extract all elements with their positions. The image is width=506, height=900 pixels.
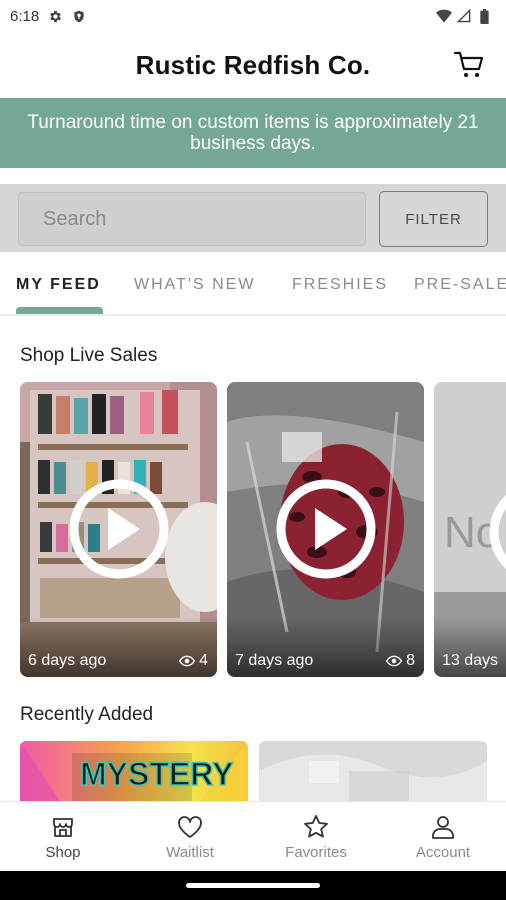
card-time: 6 days ago	[28, 652, 107, 669]
search-area: Search FILTER	[0, 184, 506, 252]
status-right	[436, 8, 492, 24]
battery-icon	[476, 8, 492, 24]
live-sales-title: Shop Live Sales	[20, 345, 158, 366]
heart-icon	[177, 814, 203, 840]
live-sale-card[interactable]: 6 days ago 4	[20, 382, 217, 677]
shield-icon	[71, 8, 87, 24]
eye-icon	[179, 655, 196, 667]
play-icon[interactable]	[275, 478, 377, 580]
status-time: 6:18	[10, 7, 40, 25]
status-bar: 6:18	[0, 0, 506, 32]
card-time: 7 days ago	[235, 652, 314, 669]
tab-whats-new[interactable]: WHAT'S NEW	[134, 276, 255, 294]
shop-icon	[50, 814, 76, 840]
cart-button[interactable]	[454, 50, 484, 80]
nav-label: Shop	[45, 844, 81, 861]
card-views: 8	[386, 652, 415, 670]
filter-button[interactable]: FILTER	[379, 191, 488, 247]
nav-favorites[interactable]: Favorites	[253, 802, 379, 872]
recently-added-title: Recently Added	[20, 704, 154, 725]
product-image	[259, 741, 487, 801]
eye-icon	[386, 655, 403, 667]
tab-freshies[interactable]: FRESHIES	[292, 276, 388, 294]
card-views-count: 4	[199, 652, 208, 669]
settings-gear-icon	[47, 8, 63, 24]
search-input[interactable]: Search	[18, 192, 366, 246]
recent-product-card[interactable]	[259, 741, 487, 801]
nav-shop[interactable]: Shop	[0, 802, 126, 872]
banner-text: Turnaround time on custom items is appro…	[27, 112, 479, 154]
account-icon	[430, 814, 456, 840]
cellular-signal-icon	[456, 8, 472, 24]
nav-label: Favorites	[285, 844, 347, 861]
star-icon	[303, 814, 329, 840]
live-sale-card[interactable]: 7 days ago 8	[227, 382, 424, 677]
nav-account[interactable]: Account	[380, 802, 506, 872]
app-title: Rustic Redfish Co.	[135, 49, 371, 80]
bottom-nav: Shop Waitlist Favorites Account	[0, 801, 506, 871]
tab-my-feed[interactable]: MY FEED	[16, 276, 101, 294]
system-navigation-area	[0, 871, 506, 900]
app-bar: Rustic Redfish Co.	[0, 32, 506, 98]
recent-product-card[interactable]: MYSTERY	[20, 741, 248, 801]
announcement-banner: Turnaround time on custom items is appro…	[0, 98, 506, 168]
status-left: 6:18	[10, 8, 87, 25]
card-views: 4	[179, 652, 208, 670]
wifi-icon	[436, 8, 452, 24]
feed-tabs: MY FEED WHAT'S NEW FRESHIES PRE-SALE	[0, 254, 506, 316]
play-icon[interactable]	[68, 478, 170, 580]
tab-pre-sale[interactable]: PRE-SALE	[414, 276, 506, 294]
live-sale-card[interactable]: No 13 days	[434, 382, 506, 677]
active-tab-indicator	[16, 307, 103, 314]
product-image: MYSTERY	[20, 741, 248, 801]
cart-icon	[454, 51, 484, 77]
card-time: 13 days	[442, 652, 499, 669]
card-views-count: 8	[406, 652, 415, 669]
product-image-text: MYSTERY	[80, 756, 234, 792]
gesture-handle[interactable]	[186, 883, 320, 888]
nav-label: Account	[415, 844, 471, 861]
nav-label: Waitlist	[166, 844, 214, 861]
nav-waitlist[interactable]: Waitlist	[127, 802, 253, 872]
